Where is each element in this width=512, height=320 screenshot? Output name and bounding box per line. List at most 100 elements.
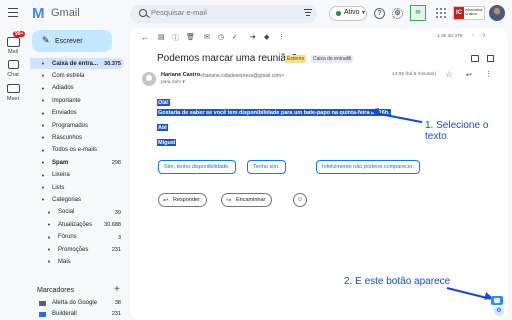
gmail-logo-icon[interactable]: M — [32, 5, 45, 22]
reply-icon[interactable]: ↩ — [466, 71, 472, 79]
email-body-line: Olá! — [157, 99, 170, 106]
label-item-count: 231 — [111, 311, 121, 317]
label-item-count: 38 — [114, 300, 121, 306]
sender-name: Hariane Castro — [161, 72, 201, 78]
emoji-reaction-icon[interactable]: ☺ — [293, 193, 307, 207]
sidebar-item-label: Com estrela — [52, 72, 85, 79]
rail-label-mail[interactable]: Mail — [0, 49, 26, 55]
remove-label-icon[interactable]: × — [348, 55, 351, 61]
pencil-icon: ✎ — [42, 35, 50, 45]
report-spam-icon[interactable]: ⓘ — [172, 33, 180, 42]
compose-label: Escrever — [55, 38, 83, 45]
sidebar-item-label: Caixa de entra... — [52, 60, 99, 67]
sidebar-item-label: Categorias — [52, 196, 82, 203]
send-icon: • — [41, 108, 45, 118]
back-arrow-icon[interactable]: ← — [141, 33, 149, 42]
labels-title: Marcadores — [37, 287, 74, 294]
chevron-down-icon: • — [47, 257, 51, 267]
status-label: Ativo — [344, 9, 360, 16]
email-body-line: Até — [157, 124, 168, 131]
mail-icon[interactable] — [7, 37, 20, 47]
extension-popup-button[interactable] — [491, 296, 503, 305]
chevron-left-icon[interactable]: ‹ — [472, 32, 474, 39]
recipient-line[interactable]: para mim ▾ — [161, 80, 185, 85]
main-menu-icon[interactable] — [8, 8, 18, 18]
extension-icon[interactable]: ✉ — [410, 5, 426, 21]
sidebar-item-label: Rascunhos — [52, 134, 83, 141]
add-task-icon[interactable]: ✓ — [232, 33, 240, 41]
arrowhead-icon — [369, 106, 379, 116]
meet-icon[interactable] — [7, 84, 20, 93]
add-label-icon[interactable]: + — [114, 284, 120, 295]
sender-email: <hariane.cidadeexpress@gmail.com> — [200, 72, 285, 79]
reply-icon: ↩ — [163, 197, 169, 204]
sidebar-item-label: Fóruns — [58, 234, 77, 241]
search-input[interactable] — [151, 8, 291, 17]
more-vert-icon[interactable]: ⋮ — [485, 70, 492, 78]
status-dot-icon — [336, 11, 341, 16]
star-icon[interactable]: ☆ — [445, 70, 452, 79]
open-new-window-icon[interactable] — [487, 55, 494, 62]
draft-icon: • — [41, 133, 45, 143]
label-item[interactable]: Alerta do Google — [52, 300, 97, 306]
avatar[interactable] — [489, 5, 505, 21]
category-icon: • — [41, 195, 45, 205]
rail-label-chat[interactable]: Chat — [0, 72, 26, 78]
label-tag-icon — [39, 301, 46, 306]
brand-logo-icon: IC — [454, 7, 464, 19]
chat-icon[interactable] — [8, 60, 19, 69]
trash-icon: • — [41, 170, 45, 180]
print-icon[interactable] — [471, 55, 479, 62]
gmail-logo-letter: M — [32, 5, 45, 22]
sidebar-item-label: Enviados — [52, 110, 77, 117]
sidebar-item-label: Social — [58, 209, 75, 216]
sidebar-item-label: Spam — [52, 159, 69, 166]
external-chip: Externo — [285, 55, 307, 63]
side-panel-icon[interactable]: ⚙ — [494, 306, 504, 316]
email-timestamp: 14:05 (há 5 minutos) — [392, 72, 436, 77]
sidebar-item-count: 298 — [111, 160, 121, 167]
smart-reply-chip[interactable]: Tenho sim. — [247, 160, 286, 174]
inbox-label-chip[interactable]: Caixa de entrada — [311, 55, 354, 63]
sender-avatar[interactable] — [142, 72, 156, 86]
label-important-icon: • — [41, 96, 45, 106]
clock-icon: • — [41, 83, 45, 93]
sidebar-item-count: 231 — [111, 247, 121, 253]
sidebar-item-count: 30.688 — [104, 222, 121, 229]
archive-icon[interactable]: ▤ — [158, 33, 166, 41]
label-tag-icon — [39, 312, 46, 317]
smart-reply-chip[interactable]: Sim, tenho disponibilidade. — [158, 160, 236, 174]
all-mail-icon: • — [41, 145, 45, 155]
sidebar-item-label: Programados — [52, 122, 89, 129]
search-options-icon[interactable] — [304, 9, 312, 17]
inbox-icon: • — [41, 59, 45, 68]
callout-select-text: 1. Selecione o texto — [425, 120, 489, 142]
chevron-down-icon: ▼ — [361, 10, 366, 16]
recipient-text: para mim — [161, 80, 181, 85]
app-title: Gmail — [51, 7, 80, 19]
more-vert-icon[interactable]: ⋮ — [278, 33, 286, 41]
smart-reply-chip[interactable]: Infelizmente não poderei comparecer. — [316, 160, 421, 174]
spam-icon: • — [41, 158, 45, 168]
move-to-icon[interactable]: ➜ — [250, 33, 258, 41]
tag-icon: • — [47, 245, 51, 254]
sidebar-item-label: Mais — [58, 258, 71, 265]
mark-unread-icon[interactable]: ✉ — [204, 33, 212, 41]
list-icon: • — [41, 183, 45, 192]
email-body-line: Gostaria de saber se você tem disponibil… — [157, 109, 391, 116]
apps-grid-icon[interactable] — [436, 8, 447, 19]
email-subject: Podemos marcar uma reunião? — [157, 53, 298, 64]
rail-label-meet[interactable]: Meet — [0, 96, 26, 102]
label-icon[interactable]: ◆ — [264, 33, 272, 41]
sidebar-item-label: Atualizações — [58, 221, 93, 228]
sidebar-item-label: Lists — [52, 184, 65, 191]
help-icon[interactable]: ? — [374, 8, 385, 19]
chevron-right-icon[interactable]: › — [483, 32, 485, 39]
delete-icon[interactable]: 🗑 — [186, 33, 195, 41]
settings-icon[interactable]: ⚙ — [392, 8, 403, 19]
email-body-line: Miguel — [157, 139, 177, 146]
label-item[interactable]: Builderall — [52, 311, 77, 317]
search-icon[interactable] — [139, 9, 147, 17]
unread-badge: 99+ — [13, 31, 26, 37]
snooze-icon[interactable]: ◷ — [218, 33, 226, 41]
